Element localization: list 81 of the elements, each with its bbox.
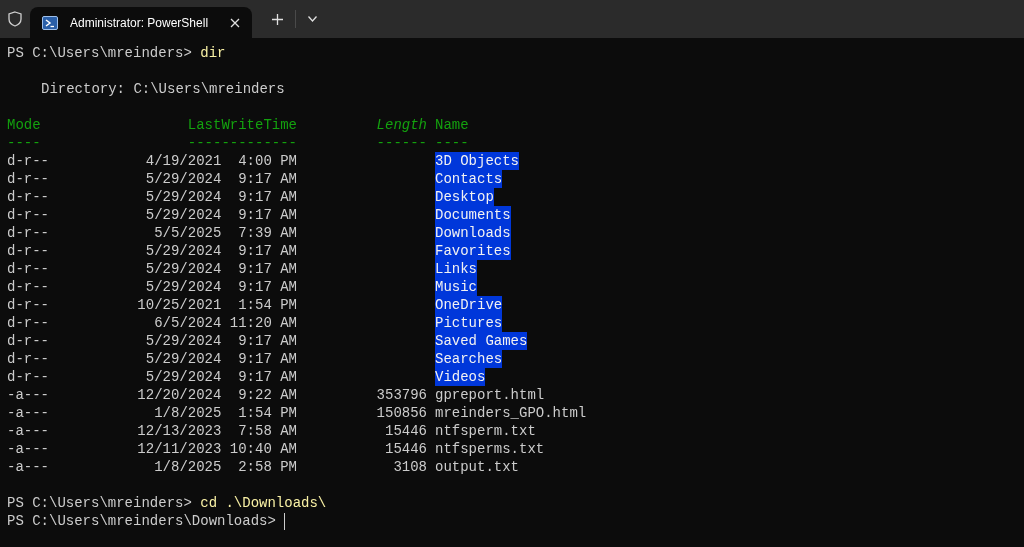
file-name: ntfsperms.txt [435, 440, 545, 458]
header-rule: ------ [375, 134, 427, 152]
date-cell-text: 12/13/2023 7:58 AM [136, 422, 297, 440]
date-cell-text: 10/25/2021 1:54 PM [136, 296, 297, 314]
folder-name: Searches [435, 350, 503, 368]
mode-cell-text: -a--- [7, 422, 50, 440]
tab-title: Administrator: PowerShell [70, 14, 210, 32]
folder-name: Music [435, 278, 477, 296]
length-cell-text: 3108 [392, 458, 427, 476]
column-header: Name [435, 116, 470, 134]
date-cell-text: 5/29/2024 9:17 AM [144, 188, 297, 206]
header-rule: ---- [435, 134, 470, 152]
length-cell-text: 150856 [375, 404, 427, 422]
mode-cell-text: d-r-- [7, 368, 50, 386]
mode-cell-text: -a--- [7, 386, 50, 404]
file-name: mreinders_GPO.html [435, 404, 587, 422]
mode-cell-text: d-r-- [7, 206, 50, 224]
date-cell-text: 5/29/2024 9:17 AM [144, 242, 297, 260]
header-rule: ---- [7, 134, 42, 152]
date-cell-text: 5/29/2024 9:17 AM [144, 278, 297, 296]
date-cell-text: 5/29/2024 9:17 AM [144, 332, 297, 350]
terminal-icon [42, 15, 58, 30]
mode-cell-text: d-r-- [7, 332, 50, 350]
mode-cell-text: d-r-- [7, 242, 50, 260]
folder-name: Videos [435, 368, 486, 386]
mode-cell-text: d-r-- [7, 152, 50, 170]
column-header: Length [375, 116, 427, 134]
mode-cell-text: d-r-- [7, 224, 50, 242]
mode-cell-text: d-r-- [7, 170, 50, 188]
date-cell-text: 4/19/2021 4:00 PM [144, 152, 297, 170]
command-text: cd .\Downloads\ [200, 494, 327, 512]
length-cell-text: 15446 [384, 422, 427, 440]
date-cell-text: 1/8/2025 2:58 PM [153, 458, 297, 476]
prompt-text: PS C:\Users\mreinders> [7, 494, 192, 512]
date-cell-text: 5/29/2024 9:17 AM [144, 350, 297, 368]
mode-cell-text: -a--- [7, 458, 50, 476]
folder-name: Links [435, 260, 477, 278]
text-cursor [283, 512, 285, 530]
prompt-text: PS C:\Users\mreinders> [7, 44, 192, 62]
file-name: output.txt [435, 458, 519, 476]
mode-cell-text: d-r-- [7, 260, 50, 278]
mode-cell-text: d-r-- [7, 296, 50, 314]
folder-name: OneDrive [435, 296, 503, 314]
directory-line: Directory: C:\Users\mreinders [41, 80, 285, 98]
header-rule: ------------- [186, 134, 297, 152]
mode-cell-text: d-r-- [7, 188, 50, 206]
folder-name: Contacts [435, 170, 503, 188]
folder-name: 3D Objects [435, 152, 519, 170]
folder-name: Saved Games [435, 332, 528, 350]
file-name: ntfsperm.txt [435, 422, 536, 440]
mode-cell-text: -a--- [7, 440, 50, 458]
date-cell-text: 6/5/2024 11:20 AM [153, 314, 297, 332]
folder-name: Desktop [435, 188, 494, 206]
shield-icon[interactable] [8, 11, 22, 27]
column-header: LastWriteTime [186, 116, 297, 134]
folder-name: Favorites [435, 242, 511, 260]
column-header: Mode [7, 116, 42, 134]
folder-name: Documents [435, 206, 511, 224]
mode-cell-text: d-r-- [7, 278, 50, 296]
folder-name: Pictures [435, 314, 503, 332]
close-icon[interactable] [230, 17, 240, 28]
date-cell-text: 5/29/2024 9:17 AM [144, 206, 297, 224]
date-cell-text: 12/20/2024 9:22 AM [136, 386, 297, 404]
date-cell-text: 5/29/2024 9:17 AM [144, 170, 297, 188]
mode-cell-text: -a--- [7, 404, 50, 422]
plus-icon[interactable] [272, 13, 283, 25]
date-cell-text: 12/11/2023 10:40 AM [136, 440, 297, 458]
terminal-tab[interactable]: Administrator: PowerShell [30, 7, 252, 38]
mode-cell-text: d-r-- [7, 314, 50, 332]
date-cell-text: 5/29/2024 9:17 AM [144, 368, 297, 386]
date-cell-text: 5/29/2024 9:17 AM [144, 260, 297, 278]
command-text: dir [200, 44, 226, 62]
mode-cell-text: d-r-- [7, 350, 50, 368]
file-name: gpreport.html [435, 386, 545, 404]
date-cell-text: 5/5/2025 7:39 AM [153, 224, 297, 242]
date-cell-text: 1/8/2025 1:54 PM [153, 404, 297, 422]
length-cell-text: 15446 [384, 440, 427, 458]
length-cell-text: 353796 [375, 386, 427, 404]
chevron-down-icon[interactable] [308, 16, 317, 22]
folder-name: Downloads [435, 224, 511, 242]
prompt-text: PS C:\Users\mreinders\Downloads> [7, 512, 276, 530]
